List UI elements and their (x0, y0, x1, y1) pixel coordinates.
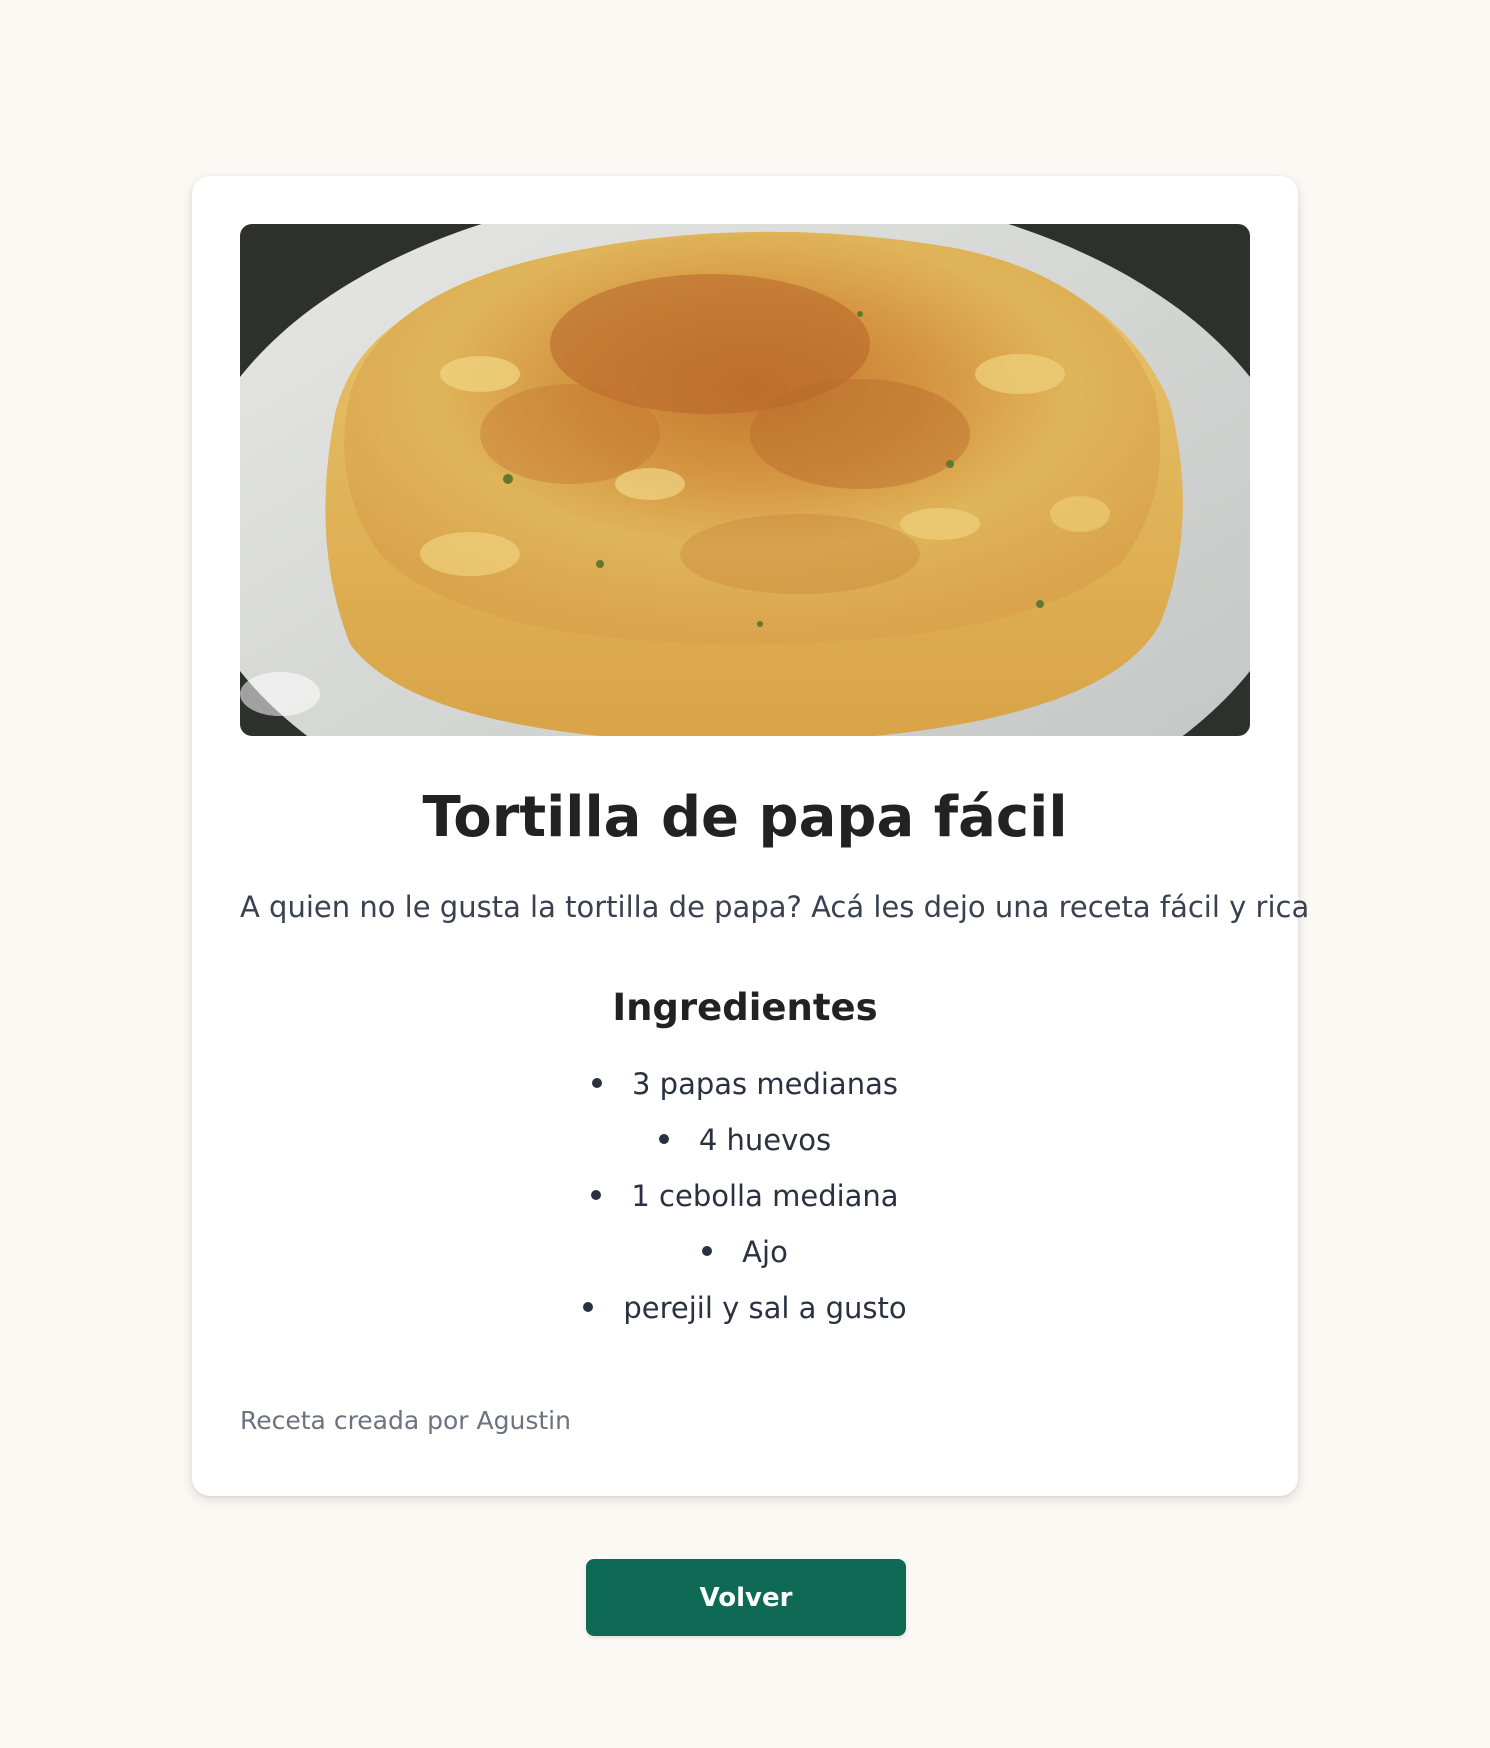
recipe-title: Tortilla de papa fácil (422, 785, 1068, 850)
tortilla-photo (240, 224, 1250, 736)
bullet-icon (591, 1190, 602, 1200)
ingredient-text: 3 papas medianas (632, 1067, 898, 1101)
ingredient-item: 4 huevos (240, 1112, 1250, 1168)
ingredient-text: Ajo (742, 1235, 788, 1269)
ingredient-item: perejil y sal a gusto (240, 1280, 1250, 1336)
ingredient-item: 1 cebolla mediana (240, 1168, 1250, 1224)
ingredient-item: 3 papas medianas (240, 1056, 1250, 1112)
bullet-icon (658, 1134, 669, 1144)
ingredients-heading: Ingredientes (612, 986, 878, 1029)
recipe-description: A quien no le gusta la tortilla de papa?… (240, 890, 1310, 924)
bullet-icon (583, 1302, 594, 1312)
recipe-image (240, 224, 1250, 736)
ingredients-list: 3 papas medianas 4 huevos 1 cebolla medi… (240, 1056, 1250, 1336)
bullet-icon (702, 1246, 713, 1256)
bullet-icon (592, 1078, 603, 1088)
recipe-author: Receta creada por Agustin (240, 1406, 571, 1435)
ingredient-text: 1 cebolla mediana (631, 1179, 899, 1213)
ingredient-text: 4 huevos (698, 1123, 832, 1157)
ingredient-text: perejil y sal a gusto (623, 1291, 907, 1325)
recipe-card: Tortilla de papa fácil A quien no le gus… (192, 176, 1310, 1496)
back-button[interactable]: Volver (586, 1559, 906, 1636)
ingredient-item: Ajo (240, 1224, 1250, 1280)
